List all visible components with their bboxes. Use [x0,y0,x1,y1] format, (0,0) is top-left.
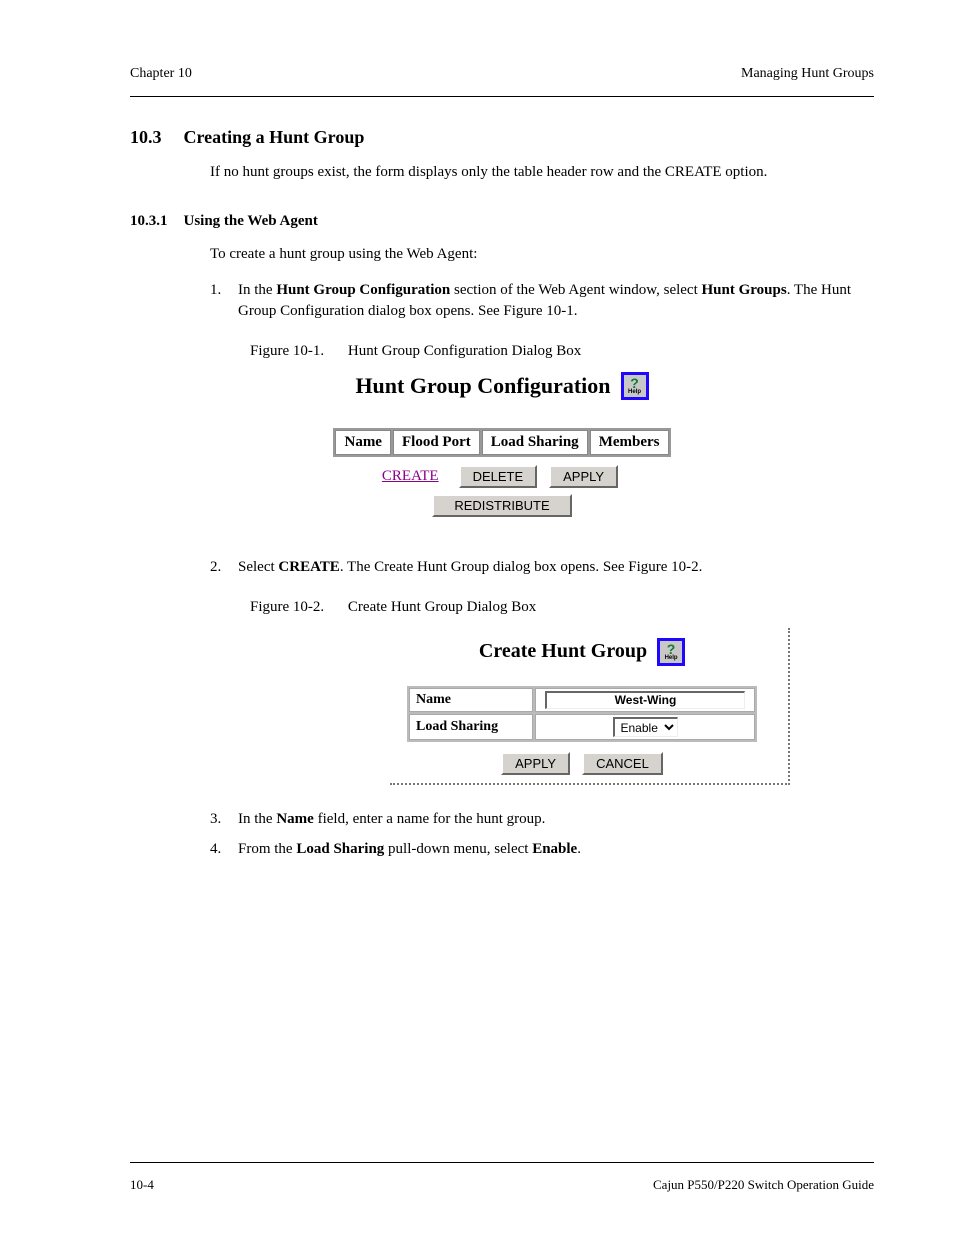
apply-button[interactable]: APPLY [549,465,618,488]
step-number: 2. [210,557,238,579]
page: Chapter 10 Managing Hunt Groups 10.3 Cre… [0,0,954,1235]
page-header: Chapter 10 Managing Hunt Groups [130,60,874,97]
intro-text: If no hunt groups exist, the form displa… [210,162,874,184]
section-heading: 10.3 Creating a Hunt Group [130,127,874,148]
header-right: Managing Hunt Groups [741,66,874,82]
header-left: Chapter 10 [130,66,192,82]
step-number: 1. [210,280,238,324]
panel2-button-row: APPLY CANCEL [396,752,768,775]
step-text: From the Load Sharing pull-down menu, se… [238,839,874,861]
panel1-title-row: Hunt Group Configuration ?Help [312,372,692,400]
name-field[interactable] [545,691,745,709]
step-3: 3. In the Name field, enter a name for t… [210,809,874,831]
figure-caption-text: Create Hunt Group Dialog Box [348,599,536,615]
col-name: Name [335,430,391,455]
col-flood-port: Flood Port [393,430,480,455]
subsection-heading: 10.3.1 Using the Web Agent [130,212,874,230]
load-sharing-cell: Enable [535,714,755,740]
panel1-button-row-2: REDISTRIBUTE [312,494,692,517]
step-4: 4. From the Load Sharing pull-down menu,… [210,839,874,861]
panel2-title-row: Create Hunt Group ?Help [396,638,768,666]
name-cell [535,688,755,713]
step-1: 1. In the Hunt Group Configuration secti… [210,280,874,324]
hunt-group-table: Name Flood Port Load Sharing Members [333,428,670,457]
figure-label: Figure 10-1. [250,343,324,359]
step-text: Select CREATE. The Create Hunt Group dia… [238,557,874,579]
create-hunt-group-table: Name Load Sharing Enable [407,686,757,743]
figure-label: Figure 10-2. [250,599,324,615]
load-sharing-label: Load Sharing [409,714,533,740]
page-footer: 10-4 Cajun P550/P220 Switch Operation Gu… [130,1162,874,1173]
step-text: In the Name field, enter a name for the … [238,809,874,831]
col-load-sharing: Load Sharing [482,430,588,455]
steps-list-cont: 2. Select CREATE. The Create Hunt Group … [210,557,874,579]
create-link[interactable]: CREATE [382,468,439,485]
cancel-button[interactable]: CANCEL [582,752,663,775]
step-number: 3. [210,809,238,831]
step-number: 4. [210,839,238,861]
figure-caption-text: Hunt Group Configuration Dialog Box [348,343,581,359]
figure-1-caption: Figure 10-1. Hunt Group Configuration Di… [250,343,874,360]
steps-list-cont2: 3. In the Name field, enter a name for t… [210,809,874,861]
help-icon[interactable]: ?Help [657,638,685,666]
hunt-group-config-panel: Hunt Group Configuration ?Help Name Floo… [312,372,692,517]
subsection-title: Using the Web Agent [184,213,318,229]
panel2-title: Create Hunt Group [479,640,647,663]
steps-list: 1. In the Hunt Group Configuration secti… [210,280,874,324]
subsection-number: 10.3.1 [130,213,168,229]
delete-button[interactable]: DELETE [459,465,538,488]
step-2: 2. Select CREATE. The Create Hunt Group … [210,557,874,579]
name-label: Name [409,688,533,713]
footer-doc-title: Cajun P550/P220 Switch Operation Guide [653,1177,874,1193]
footer-page-number: 10-4 [130,1177,154,1193]
panel1-title: Hunt Group Configuration [355,373,610,399]
create-hunt-group-panel: Create Hunt Group ?Help Name Load Sharin… [390,628,790,786]
lead-in: To create a hunt group using the Web Age… [210,244,874,266]
col-members: Members [590,430,669,455]
step-text: In the Hunt Group Configuration section … [238,280,874,324]
load-sharing-select[interactable]: Enable [613,717,678,737]
help-icon[interactable]: ?Help [621,372,649,400]
section-number: 10.3 [130,127,162,147]
panel1-button-row-1: CREATE DELETE APPLY [312,465,692,488]
redistribute-button[interactable]: REDISTRIBUTE [432,494,571,517]
section-title: Creating a Hunt Group [184,127,365,147]
apply-button[interactable]: APPLY [501,752,570,775]
figure-2-caption: Figure 10-2. Create Hunt Group Dialog Bo… [250,599,874,616]
